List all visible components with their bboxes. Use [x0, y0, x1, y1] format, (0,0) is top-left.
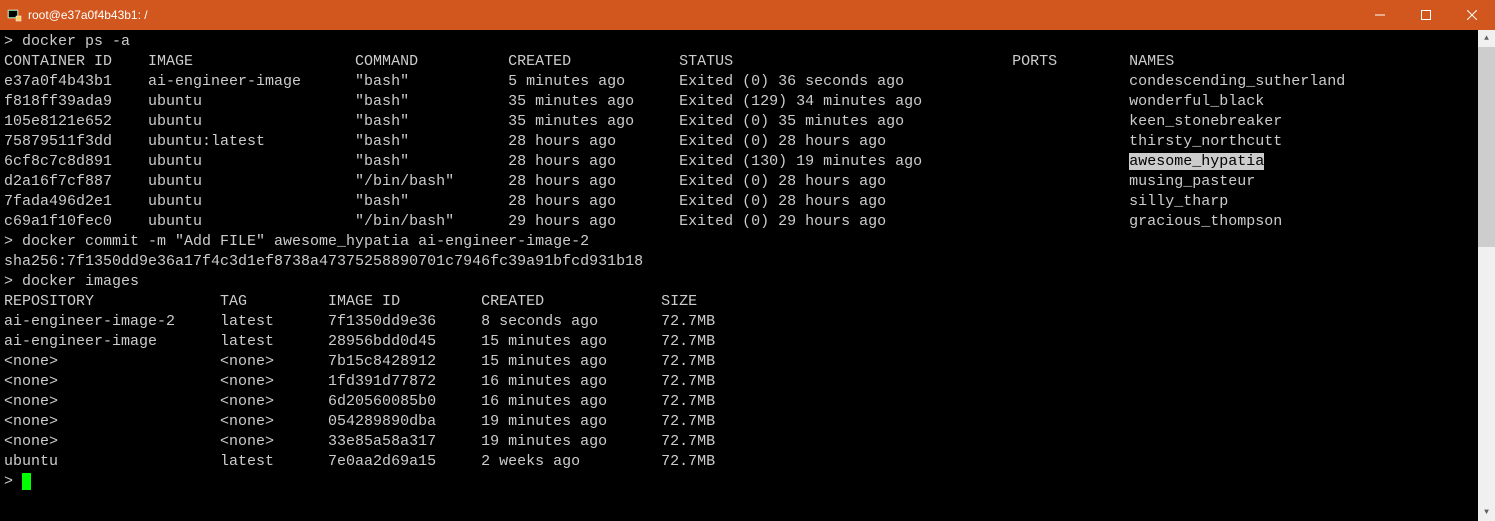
scrollbar-thumb[interactable] — [1478, 47, 1495, 247]
window-titlebar[interactable]: root@e37a0f4b43b1: / — [0, 0, 1495, 30]
cursor — [22, 473, 31, 490]
putty-icon — [6, 7, 22, 23]
window-title: root@e37a0f4b43b1: / — [28, 8, 148, 22]
vertical-scrollbar[interactable]: ▲ ▼ — [1478, 30, 1495, 521]
scrollbar-down-button[interactable]: ▼ — [1478, 504, 1495, 521]
terminal-output[interactable]: > docker ps -aCONTAINER ID IMAGE COMMAND… — [0, 30, 1478, 521]
maximize-button[interactable] — [1403, 0, 1449, 30]
minimize-button[interactable] — [1357, 0, 1403, 30]
window-controls — [1357, 0, 1495, 30]
scrollbar-up-button[interactable]: ▲ — [1478, 30, 1495, 47]
close-button[interactable] — [1449, 0, 1495, 30]
